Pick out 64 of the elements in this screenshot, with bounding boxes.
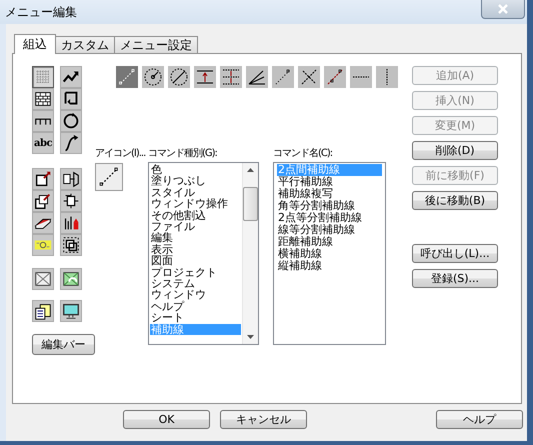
side-button[interactable]: 削除(D): [412, 141, 498, 160]
tab[interactable]: メニュー設定: [114, 36, 198, 53]
icon-label: アイコン(I)...: [95, 147, 146, 161]
list-item[interactable]: システム: [150, 278, 241, 290]
list-item[interactable]: 塗りつぶし: [150, 175, 241, 187]
bracket-icon[interactable]: [32, 110, 54, 132]
side-button[interactable]: 登録(S)...: [412, 269, 498, 288]
list-item[interactable]: 表示: [150, 244, 241, 256]
command-name-label: コマンド名(C):: [273, 147, 334, 161]
brick-wall-icon[interactable]: [32, 88, 54, 110]
list-item[interactable]: スタイル: [150, 186, 241, 198]
circle-arrows-icon[interactable]: [60, 110, 82, 132]
dialog-button[interactable]: キャンセル: [220, 410, 307, 429]
eraser-icon[interactable]: [32, 212, 54, 234]
box-door-icon[interactable]: [60, 168, 82, 190]
list-item[interactable]: ヘルプ: [150, 300, 241, 312]
list-item[interactable]: 編集: [150, 232, 241, 244]
command-name-list[interactable]: 2点間補助線 平行補助線 補助線複写 角等分割補助線 2点等分割補助線 線等分割補助線 距離補助線 横補助線 縦補助線: [273, 162, 386, 345]
list-item[interactable]: 平行補助線: [277, 176, 382, 188]
command-type-label: コマンド種別(G):: [148, 147, 218, 161]
dialog-button[interactable]: ヘルプ: [436, 410, 523, 429]
list-item[interactable]: その他割込: [150, 210, 241, 222]
component-icon[interactable]: [60, 190, 82, 212]
list-item[interactable]: 線等分割補助線: [277, 224, 382, 236]
list-item[interactable]: 補助線複写: [277, 188, 382, 200]
list-item[interactable]: ウィンドウ: [150, 289, 241, 301]
scroll-up-icon[interactable]: [246, 167, 255, 173]
angle-icon[interactable]: [246, 66, 268, 88]
double-arrow-lines-icon[interactable]: [220, 66, 242, 88]
line-points-icon[interactable]: [95, 163, 123, 191]
circle-point-icon[interactable]: [142, 66, 164, 88]
list-item[interactable]: 縦補助線: [277, 260, 382, 272]
scroll-thumb[interactable]: [243, 186, 258, 220]
list-item[interactable]: ウィンドウ操作: [150, 198, 241, 210]
hatched-box-icon[interactable]: [32, 268, 54, 290]
list-item[interactable]: 距離補助線: [277, 236, 382, 248]
list-item[interactable]: プロジェクト: [150, 266, 241, 278]
close-button[interactable]: [481, 0, 525, 19]
edit-bar-button[interactable]: 編集バー: [32, 334, 95, 355]
monitor-icon[interactable]: [60, 300, 82, 322]
list-item[interactable]: 角等分割補助線: [277, 200, 382, 212]
command-type-list[interactable]: 色 塗りつぶし スタイル ウィンドウ操作 その他割込 ファイル 編集 表示 図面 プロジェクト システム ウィンドウ ヘルプ シート 補助線: [148, 162, 259, 345]
cross-icon[interactable]: [298, 66, 320, 88]
list-item[interactable]: 色: [150, 164, 241, 176]
scroll-down-icon[interactable]: [246, 334, 255, 340]
dialog-button[interactable]: OK: [123, 410, 210, 429]
document-icon[interactable]: [32, 300, 54, 322]
frame-icon[interactable]: [60, 234, 82, 256]
circle-diameter-icon[interactable]: [168, 66, 190, 88]
list-item[interactable]: 横補助線: [277, 248, 382, 260]
list-item[interactable]: シート: [150, 312, 241, 324]
side-button[interactable]: 後に移動(B): [412, 191, 498, 210]
side-button[interactable]: 呼び出し(L)...: [412, 244, 498, 263]
list-item[interactable]: 2点等分割補助線: [277, 212, 382, 224]
list-item[interactable]: ファイル: [150, 221, 241, 232]
close-icon: [497, 4, 509, 14]
tab[interactable]: カスタム: [55, 36, 115, 53]
text-tool-button[interactable]: abc: [32, 132, 54, 154]
tab[interactable]: 組込: [14, 34, 56, 54]
list-item[interactable]: 図面: [150, 255, 241, 267]
bars-icon[interactable]: [60, 212, 82, 234]
scrollbar[interactable]: [242, 163, 258, 344]
window-title: メニュー編集: [4, 4, 77, 21]
grid-icon[interactable]: [32, 66, 54, 88]
